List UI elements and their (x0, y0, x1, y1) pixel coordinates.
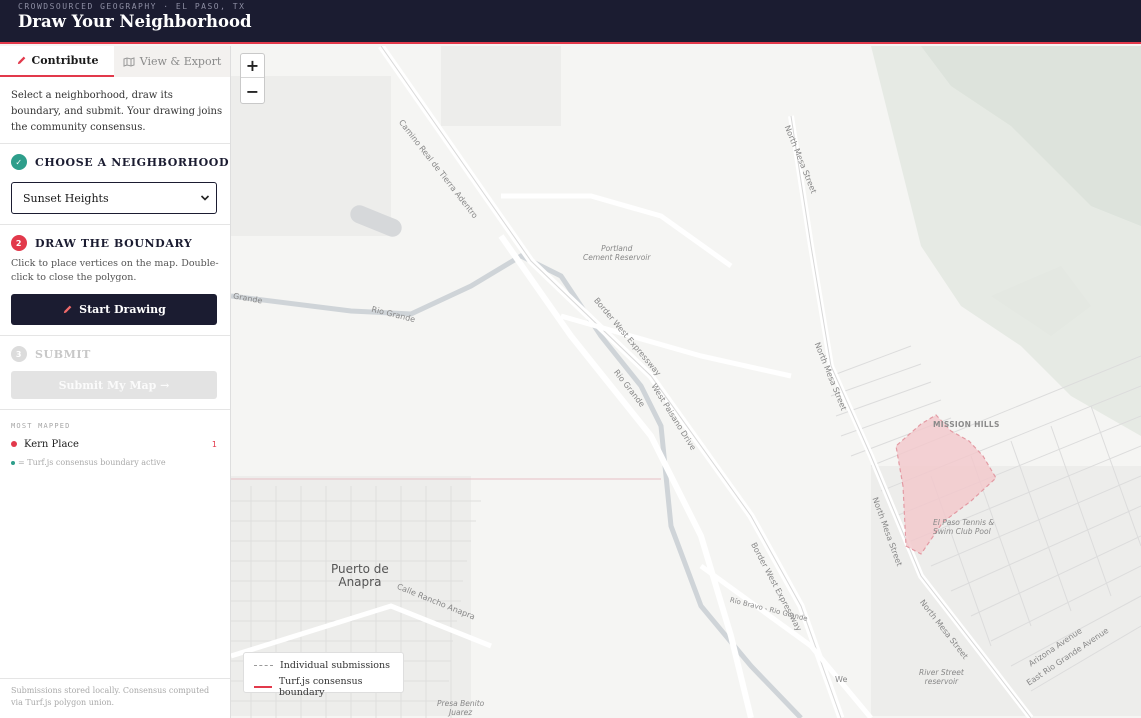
dashed-line-icon (254, 665, 273, 666)
consensus-note: = Turf.js consensus boundary active (11, 458, 166, 467)
draw-hint: Click to place vertices on the map. Doub… (11, 258, 219, 283)
map-label: El Paso Tennis & Swim Club Pool (933, 518, 995, 536)
divider (0, 335, 230, 336)
divider (0, 678, 230, 679)
most-mapped-label: MOST MAPPED (11, 422, 71, 430)
checkmark-icon: ✓ (11, 154, 27, 170)
map-label: We (835, 675, 848, 684)
step-draw-number: 2 (11, 235, 27, 251)
submit-map-button[interactable]: Submit My Map → (11, 371, 217, 399)
legend-consensus-label: Turf.js consensus boundary (278, 676, 363, 698)
tab-contribute-label: Contribute (31, 54, 99, 67)
step-submit-number: 3 (11, 346, 27, 362)
status-dot (11, 441, 17, 447)
map-icon (123, 56, 135, 67)
zoom-in-button[interactable]: + (241, 54, 264, 78)
neighborhood-name: Kern Place (24, 438, 79, 450)
zoom-out-button[interactable]: − (241, 79, 264, 103)
neighborhood-select-value: Sunset Heights (23, 191, 109, 205)
divider (0, 224, 230, 225)
step-draw-title: DRAW THE BOUNDARY (35, 236, 193, 250)
header-kicker: CROWDSOURCED GEOGRAPHY · EL PASO, TX (18, 2, 246, 11)
list-item[interactable]: Kern Place 1 (11, 437, 217, 451)
map-canvas[interactable]: Camino Real de Tierra Adentro North Mesa… (231, 46, 1141, 718)
zoom-control: + − (240, 53, 265, 104)
intro-text: Select a neighborhood, draw its boundary… (11, 90, 223, 133)
map-label: Presa Benito Juarez (437, 699, 485, 717)
legend-individual-label: Individual submissions (280, 660, 390, 671)
solid-line-icon (254, 686, 272, 688)
divider (0, 143, 230, 144)
chevron-down-icon (200, 195, 210, 201)
map-label: River Street reservoir (919, 668, 964, 686)
page-title: Draw Your Neighborhood (18, 12, 252, 31)
step-submit-title: SUBMIT (35, 347, 91, 361)
step-choose-heading: ✓ CHOOSE A NEIGHBORHOOD (11, 154, 229, 170)
map-label: MISSION HILLS (933, 420, 1000, 429)
footer-note: Submissions stored locally. Consensus co… (11, 686, 210, 707)
map-label: Portland Cement Reservoir (583, 244, 651, 262)
map-basemap (231, 46, 1141, 718)
start-drawing-label: Start Drawing (79, 303, 166, 316)
tab-bar: Contribute View & Export (0, 46, 230, 77)
neighborhood-select[interactable]: Sunset Heights (11, 182, 217, 214)
map-label: Puerto de Anapra (331, 562, 389, 589)
legend-item-individual: Individual submissions (254, 660, 390, 671)
step-submit-heading: 3 SUBMIT (11, 346, 91, 362)
pencil-icon (63, 305, 72, 314)
step-choose-title: CHOOSE A NEIGHBORHOOD (35, 155, 230, 169)
divider (0, 409, 230, 410)
app-header: CROWDSOURCED GEOGRAPHY · EL PASO, TX Dra… (0, 0, 1141, 44)
green-dot-icon (11, 460, 15, 465)
consensus-note-text: = Turf.js consensus boundary active (18, 458, 166, 467)
pencil-icon (17, 56, 25, 65)
map-legend: Individual submissions Turf.js consensus… (243, 652, 404, 698)
tab-contribute[interactable]: Contribute (0, 46, 114, 77)
start-drawing-button[interactable]: Start Drawing (11, 294, 217, 325)
legend-item-consensus: Turf.js consensus boundary (254, 676, 403, 698)
sidebar: Contribute View & Export Select a neighb… (0, 46, 231, 718)
step-draw-heading: 2 DRAW THE BOUNDARY (11, 235, 192, 251)
submission-count: 1 (211, 439, 217, 449)
tab-view-export-label: View & Export (139, 55, 222, 68)
tab-view-export[interactable]: View & Export (114, 46, 230, 77)
